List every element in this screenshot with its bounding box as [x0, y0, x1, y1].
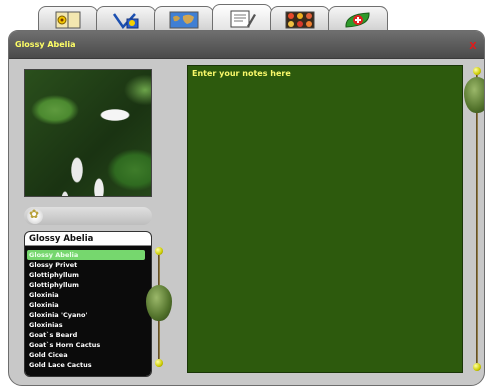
- tab-plant-doctor[interactable]: [328, 6, 388, 32]
- plant-grid-icon: [285, 11, 315, 28]
- notes-scroll-up-icon[interactable]: [473, 67, 481, 75]
- tab-calendar[interactable]: [96, 6, 156, 32]
- list-item[interactable]: Gloxinias: [27, 320, 145, 330]
- list-item[interactable]: Goat`s Horn Cactus: [27, 340, 145, 350]
- plant-window: Glossy Abelia x Glossy Abelia Glossy Abe…: [8, 30, 485, 386]
- close-button[interactable]: x: [466, 38, 480, 52]
- plant-photo: [24, 69, 152, 197]
- plant-list-header: Glossy Abelia: [25, 232, 151, 246]
- notes-scroll-down-icon[interactable]: [473, 363, 481, 371]
- notes-scrollbar[interactable]: [464, 67, 484, 371]
- window-title: Glossy Abelia: [15, 40, 76, 49]
- tab-plant-gallery[interactable]: [270, 6, 330, 32]
- notes-textarea[interactable]: [187, 65, 463, 373]
- tab-map[interactable]: [154, 6, 214, 32]
- list-item[interactable]: Gold Cicea: [27, 350, 145, 360]
- sun-calendar-icon: [112, 12, 139, 29]
- title-bar: Glossy Abelia x: [9, 31, 484, 59]
- list-item[interactable]: Glossy Privet: [27, 260, 145, 270]
- plant-list-panel: Glossy Abelia Glossy Abelia Glossy Prive…: [24, 231, 152, 377]
- flower-book-icon: [55, 11, 81, 28]
- flower-icon[interactable]: [27, 207, 43, 224]
- notes-scroll-thumb[interactable]: [464, 77, 484, 113]
- list-item[interactable]: Glottiphyllum: [27, 280, 145, 290]
- list-item[interactable]: Glossy Abelia: [27, 250, 145, 260]
- tab-strip: [0, 0, 487, 32]
- plant-list[interactable]: Glossy Abelia Glossy Privet Glottiphyllu…: [25, 246, 151, 376]
- scroll-up-icon[interactable]: [155, 247, 163, 255]
- list-item[interactable]: Glottiphyllum: [27, 270, 145, 280]
- list-item[interactable]: Goat`s Beard: [27, 330, 145, 340]
- leaf-first-aid-icon: [345, 11, 370, 28]
- tab-plant-encyclopedia[interactable]: [38, 6, 98, 32]
- list-scrollbar[interactable]: [146, 247, 172, 367]
- notepad-pencil-icon: [230, 10, 256, 27]
- list-item[interactable]: Gloxinia 'Cyano': [27, 310, 145, 320]
- photo-toolbar: [24, 207, 152, 225]
- tab-notes[interactable]: [212, 4, 272, 32]
- scroll-down-icon[interactable]: [155, 359, 163, 367]
- list-item[interactable]: Gold Lace Cactus: [27, 360, 145, 370]
- notes-scroll-track: [476, 75, 478, 363]
- list-item[interactable]: Gloxinia: [27, 300, 145, 310]
- list-item[interactable]: Gloxinia: [27, 290, 145, 300]
- list-scroll-thumb[interactable]: [146, 285, 172, 321]
- map-icon: [169, 11, 199, 28]
